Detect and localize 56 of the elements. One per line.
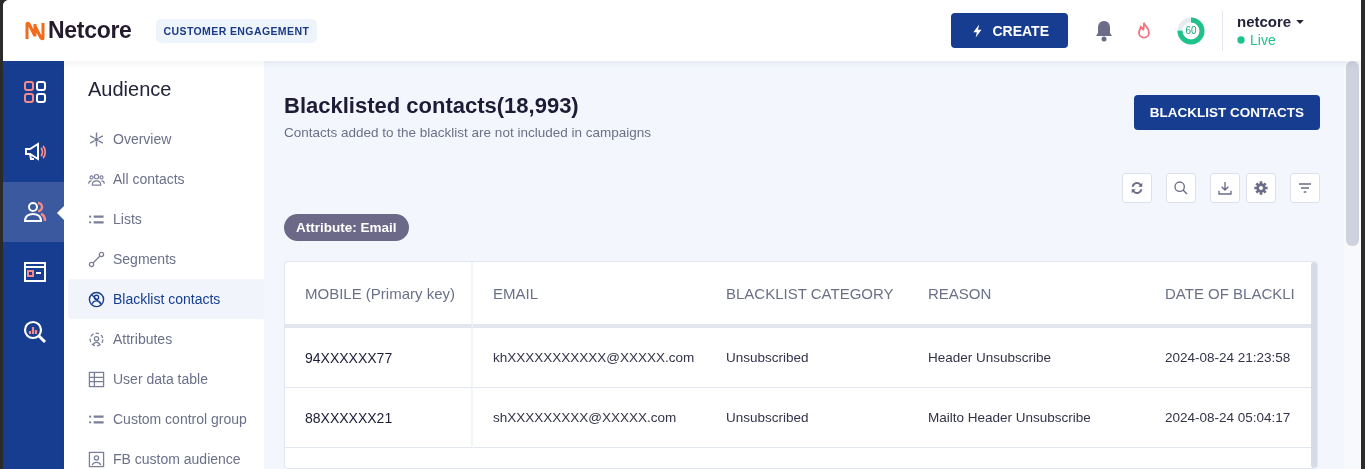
toolbar-button[interactable] — [1290, 173, 1320, 203]
status-dot-icon — [1237, 36, 1245, 44]
filter-chip[interactable]: Attribute: Email — [284, 214, 409, 241]
rail-item[interactable] — [3, 182, 64, 242]
column-header: BLACKLIST CATEGORY — [706, 262, 908, 328]
rail-icon — [23, 80, 47, 104]
sidebar-item[interactable]: Lists — [68, 199, 264, 239]
sidebar-item[interactable]: Overview — [68, 119, 264, 159]
sidebar-item[interactable]: FB custom audience — [68, 439, 264, 469]
sidebar-item-icon — [88, 330, 105, 348]
toolbar-button[interactable] — [1166, 173, 1196, 203]
sidebar-item[interactable]: Blacklist contacts — [68, 279, 264, 319]
toolbar-button[interactable] — [1122, 173, 1152, 203]
sidebar-item-icon — [88, 450, 105, 468]
page-subtitle: Contacts added to the blacklist are not included in campaigns — [284, 125, 651, 140]
column-header: MOBILE (Primary key) — [285, 262, 473, 328]
sidebar-item[interactable]: Segments — [68, 239, 264, 279]
table-cell: shXXXXXXXXX@XXXXX.com — [473, 388, 706, 448]
scrollbar[interactable] — [1344, 61, 1361, 469]
download-icon — [1217, 180, 1233, 196]
sidebar-item[interactable]: User data table — [68, 359, 264, 399]
sidebar-item-icon — [88, 370, 105, 388]
score-ring[interactable]: 60 — [1176, 15, 1206, 46]
blacklist-contacts-button[interactable]: BLACKLIST CONTACTS — [1133, 95, 1320, 130]
search-icon — [1173, 180, 1189, 196]
sidebar-item-icon — [88, 130, 105, 148]
table-cell: 94XXXXXX77 — [285, 328, 473, 388]
rail-icon — [23, 260, 47, 284]
sidebar-item[interactable]: Custom control group — [68, 399, 264, 439]
rail-icon — [23, 320, 47, 344]
toolbar-button[interactable] — [1246, 173, 1276, 203]
sidebar-title: Audience — [87, 78, 173, 102]
refresh-icon — [1129, 180, 1145, 196]
table-cell: khXXXXXXXXXXX@XXXXX.com — [473, 328, 706, 388]
sidebar-item[interactable]: All contacts — [68, 159, 264, 199]
page-title: Blacklisted contacts(18,993) — [284, 93, 580, 119]
column-header: REASON — [908, 262, 1145, 328]
account-menu[interactable]: netcore — [1237, 13, 1341, 30]
create-button[interactable]: CREATE — [951, 13, 1068, 48]
settings-icon — [1253, 180, 1269, 196]
account-status: Live — [1250, 32, 1276, 48]
sidebar-item-icon — [88, 290, 105, 308]
table-cell: Unsubscribed — [706, 328, 908, 388]
sidebar-item[interactable]: Attributes — [68, 319, 264, 359]
filter-icon — [1297, 180, 1313, 196]
sidebar-item-icon — [88, 250, 105, 268]
logo-text: Netcore — [48, 17, 132, 44]
table-cell: Mailto Header Unsubscribe — [908, 388, 1145, 448]
table-scrollbar[interactable] — [1311, 262, 1317, 468]
rail-icon — [23, 200, 47, 224]
table-cell: Unsubscribed — [706, 388, 908, 448]
table-cell: 88XXXXXX21 — [285, 388, 473, 448]
table-cell: Header Unsubscribe — [908, 328, 1145, 388]
toolbar-button[interactable] — [1210, 173, 1240, 203]
column-header: EMAIL — [473, 262, 706, 328]
product-badge: CUSTOMER ENGAGEMENT — [155, 18, 318, 43]
